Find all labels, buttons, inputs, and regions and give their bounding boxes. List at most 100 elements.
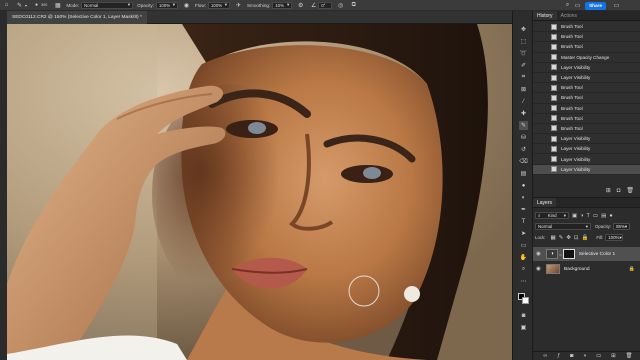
history-item[interactable]: Brush Tool [533,113,640,124]
lock-transparent-icon[interactable]: ▦ [551,235,556,241]
workspace-icon[interactable]: ▭ [573,1,582,10]
document-title: SEDC0112.CR2 @ 150% (Selective Color 1, … [12,15,142,20]
lock-position-icon[interactable]: ✥ [566,235,571,241]
pixel-filter-icon[interactable]: ▣ [572,213,577,219]
layer-name: Background [564,266,590,272]
marquee-tool-icon[interactable]: ⬚ [519,37,528,46]
history-item[interactable]: Layer Visibility [533,154,640,165]
clone-stamp-tool-icon[interactable]: ⛁ [519,133,528,142]
history-item[interactable]: Master Opacity Change [533,52,640,63]
panel-icon[interactable]: ▭ [612,1,621,10]
canvas[interactable] [7,24,512,360]
chevron-down-icon[interactable]: ▾ [24,1,28,10]
layer-row-background[interactable]: ◉ Background 🔒 [533,262,640,276]
history-item[interactable]: Layer Visibility [533,134,640,145]
history-item[interactable]: Brush Tool [533,93,640,104]
more-tools-icon[interactable]: ⋯ [519,277,528,286]
history-item[interactable]: Brush Tool [533,83,640,94]
eraser-tool-icon[interactable]: ⌫ [519,157,528,166]
new-adjustment-icon[interactable]: ◑ [583,353,586,359]
angle-field[interactable]: 0° [318,1,333,9]
brush-settings-icon[interactable]: ▦ [53,1,62,10]
pressure-opacity-icon[interactable]: ◉ [182,1,191,10]
layer-mask-thumbnail[interactable] [562,249,575,259]
type-tool-icon[interactable]: T [519,217,528,226]
brush-icon[interactable]: ✎ [15,1,24,10]
chevron-down-icon: ▾ [287,2,290,7]
background-color-swatch[interactable] [522,297,529,304]
history-item[interactable]: Brush Tool [533,42,640,53]
blend-mode-select[interactable]: Normal ▾ [535,223,591,230]
brush-tool-icon[interactable]: ✎ [519,121,528,130]
lock-pixels-icon[interactable]: ✎ [559,235,564,241]
search-icon[interactable]: ⌕ [563,1,572,10]
lasso-tool-icon[interactable]: ➰ [519,49,528,58]
history-state-icon [551,74,557,81]
gear-icon[interactable]: ⚙ [296,1,305,10]
filter-toggle-icon[interactable]: ● [609,213,612,219]
flow-field[interactable]: 100% ▾ [207,1,230,9]
gradient-tool-icon[interactable]: ▤ [519,169,528,178]
mode-select[interactable]: Normal ▾ [81,1,134,9]
history-item[interactable]: Layer Visibility [533,62,640,73]
document-tab[interactable]: SEDC0112.CR2 @ 150% (Selective Color 1, … [7,11,147,24]
tab-layers[interactable]: Layers [533,198,557,207]
shape-tool-icon[interactable]: ▭ [519,241,528,250]
new-document-icon[interactable]: ⊞ [606,187,611,194]
smoothing-field[interactable]: 10% ▾ [272,1,293,9]
quick-select-tool-icon[interactable]: ✐ [519,61,528,70]
tab-history[interactable]: History [533,11,557,20]
eyedropper-tool-icon[interactable]: ⁄ [519,97,528,106]
trash-icon[interactable]: 🗑 [626,353,633,359]
lock-all-icon[interactable]: 🔒 [582,235,589,241]
history-item[interactable]: Layer Visibility [533,72,640,84]
crop-tool-icon[interactable]: ⌗ [519,73,528,82]
move-tool-icon[interactable]: ✥ [519,25,528,34]
screen-mode-icon[interactable]: ▣ [519,323,528,332]
camera-icon[interactable]: ◘ [617,188,621,194]
layers-panel-tabs: Layers [533,198,640,208]
smart-object-filter-icon[interactable]: ▤ [601,213,606,219]
hand-tool-icon[interactable]: ✋ [519,253,528,262]
pen-tool-icon[interactable]: ✒ [519,205,528,214]
history-item-selected[interactable]: Layer Visibility [533,164,640,175]
brush-preset-icon[interactable]: ● [32,1,41,10]
healing-brush-tool-icon[interactable]: ✚ [519,109,528,118]
history-item[interactable]: Brush Tool [533,22,640,33]
history-item[interactable]: Brush Tool [533,103,640,114]
layer-row-selective-color[interactable]: ◉ ◑ ∞ Selective Color 1 [533,247,640,261]
type-filter-icon[interactable]: T [587,213,590,219]
history-brush-tool-icon[interactable]: ↺ [519,145,528,154]
zoom-tool-icon[interactable]: ⌕ [519,265,528,274]
opacity-field[interactable]: 100% ▾ [155,1,178,9]
quick-mask-icon[interactable]: ◙ [519,311,528,320]
symmetry-icon[interactable]: ⧉ [349,1,358,10]
shape-filter-icon[interactable]: ▭ [593,213,598,219]
eye-icon[interactable]: ◉ [536,251,544,257]
add-mask-icon[interactable]: ◙ [570,353,573,359]
fx-icon[interactable]: ƒ [557,353,560,359]
dodge-tool-icon[interactable]: ◐ [519,193,528,202]
new-group-icon[interactable]: ▭ [596,353,601,359]
eye-icon[interactable]: ◉ [536,266,544,272]
fill-field[interactable]: 100% ▾ [605,234,624,241]
history-item[interactable]: Brush Tool [533,32,640,43]
share-button[interactable]: Share [585,1,606,10]
history-item[interactable]: Layer Visibility [533,144,640,155]
new-layer-icon[interactable]: ⊞ [611,353,616,359]
home-icon[interactable]: ⌂ [2,1,11,10]
path-select-tool-icon[interactable]: ➤ [519,229,528,238]
adjustment-filter-icon[interactable]: ◑ [580,213,583,219]
airbrush-icon[interactable]: ✈ [234,1,243,10]
filter-kind-select[interactable]: ⌕ Kind ▾ [535,212,569,219]
link-layers-icon[interactable]: ∞ [543,353,547,359]
layer-opacity-field[interactable]: 85% ▾ [613,223,631,230]
trash-icon[interactable]: 🗑 [626,187,634,194]
pressure-size-icon[interactable]: ◎ [336,1,345,10]
frame-tool-icon[interactable]: ⊠ [519,85,528,94]
lock-artboard-icon[interactable]: ⊡ [574,235,579,241]
lock-icon[interactable]: 🔒 [629,266,635,272]
history-item[interactable]: Brush Tool [533,123,640,135]
blur-tool-icon[interactable]: ● [519,181,528,190]
tab-actions[interactable]: Actions [557,11,581,20]
